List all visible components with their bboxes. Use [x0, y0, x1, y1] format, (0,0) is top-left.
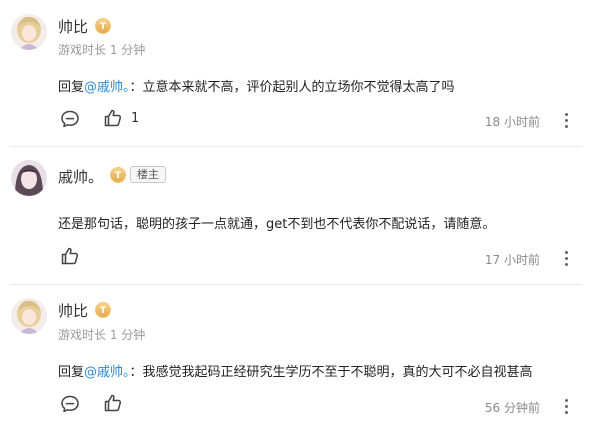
playtime-label: 游戏时长 1 分钟 — [58, 328, 146, 342]
like-count: 1 — [131, 111, 140, 126]
username[interactable]: 帅比 — [58, 300, 88, 321]
thumbs-up-icon[interactable] — [60, 246, 80, 266]
level-badge-icon: T — [110, 167, 126, 183]
mention-link[interactable]: @戚帅。 — [84, 365, 130, 380]
username[interactable]: 戚帅。 — [58, 166, 103, 187]
divider — [10, 146, 582, 147]
avatar[interactable] — [11, 298, 47, 334]
comment-text: 回复@戚帅。：我感觉我起码正经研究生学历不至于不聪明，真的大可不必自视甚高 — [58, 361, 533, 380]
reply-prefix: 回复 — [58, 80, 85, 95]
avatar[interactable] — [11, 14, 47, 50]
owner-badge: 楼主 — [130, 166, 166, 183]
divider — [10, 284, 582, 285]
timestamp: 18 小时前 — [484, 115, 540, 129]
comment-text: 还是那句话，聪明的孩子一点就通，get不到也不代表你不配说话，请随意。 — [58, 217, 496, 232]
more-vertical-icon[interactable] — [563, 398, 569, 414]
playtime-label: 游戏时长 1 分钟 — [58, 43, 146, 57]
reply-prefix: 回复 — [58, 365, 85, 380]
avatar[interactable] — [11, 160, 47, 196]
thumbs-up-icon[interactable] — [103, 108, 123, 128]
comment-body: ：立意本来就不高，评价起别人的立场你不觉得太高了吗 — [129, 80, 455, 95]
reply-icon[interactable] — [60, 109, 80, 129]
mention-link[interactable]: @戚帅。 — [84, 80, 130, 95]
timestamp: 17 小时前 — [484, 253, 540, 267]
reply-icon[interactable] — [60, 394, 80, 414]
timestamp: 56 分钟前 — [484, 401, 540, 415]
level-badge-icon: T — [95, 302, 111, 318]
comment-text: 回复@戚帅。：立意本来就不高，评价起别人的立场你不觉得太高了吗 — [58, 76, 455, 95]
username[interactable]: 帅比 — [58, 16, 88, 37]
level-badge-icon: T — [95, 18, 111, 34]
more-vertical-icon[interactable] — [563, 112, 569, 128]
more-vertical-icon[interactable] — [563, 250, 569, 266]
comment-body: ：我感觉我起码正经研究生学历不至于不聪明，真的大可不必自视甚高 — [129, 365, 533, 380]
thumbs-up-icon[interactable] — [103, 393, 123, 413]
